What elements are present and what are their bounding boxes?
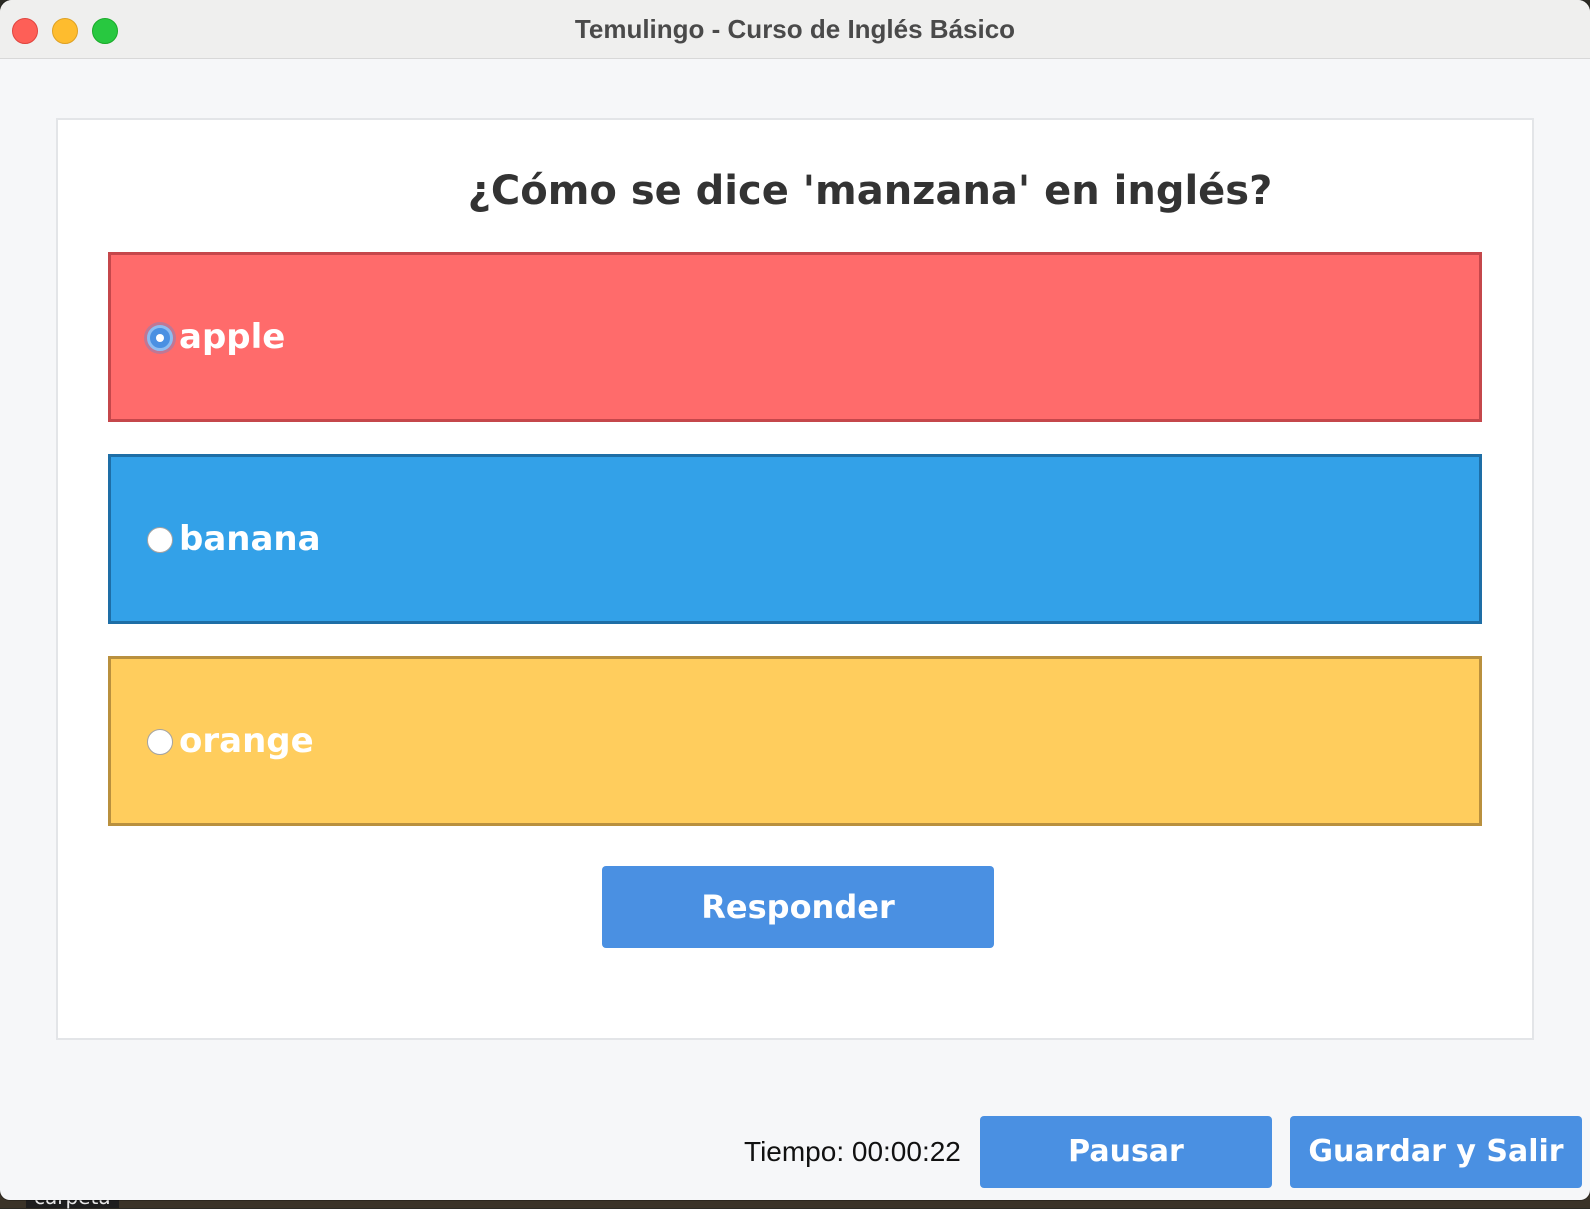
radio-button[interactable] — [147, 729, 173, 755]
answer-option-label: apple — [179, 317, 286, 357]
radio-button[interactable] — [147, 527, 173, 553]
answer-option-apple[interactable]: apple — [108, 252, 1482, 422]
pause-button[interactable]: Pausar — [980, 1116, 1272, 1188]
question-text: ¿Cómo se dice 'manzana' en inglés? — [467, 168, 1273, 214]
answer-option-banana[interactable]: banana — [108, 454, 1482, 624]
answer-option-label: banana — [179, 519, 321, 559]
app-window: Temulingo - Curso de Inglés Básico ¿Cómo… — [0, 0, 1590, 1200]
title-bar: Temulingo - Curso de Inglés Básico — [0, 0, 1590, 59]
answer-option-orange[interactable]: orange — [108, 656, 1482, 826]
elapsed-timer: Tiempo: 00:00:22 — [744, 1136, 961, 1167]
submit-answer-button[interactable]: Responder — [602, 866, 994, 948]
answer-option-label: orange — [179, 721, 314, 761]
quiz-panel: ¿Cómo se dice 'manzana' en inglés? apple… — [56, 118, 1534, 1040]
save-and-exit-button[interactable]: Guardar y Salir — [1290, 1116, 1582, 1188]
radio-button-selected[interactable] — [147, 325, 173, 351]
window-title: Temulingo - Curso de Inglés Básico — [574, 14, 1016, 44]
